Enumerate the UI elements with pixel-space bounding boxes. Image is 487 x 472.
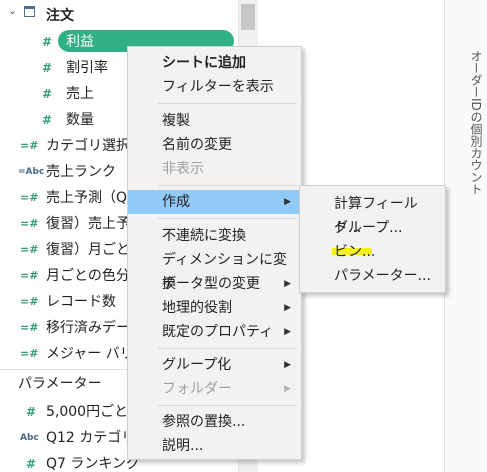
calc-measure-icon: =# — [20, 321, 39, 334]
context-menu: シートに追加 フィルターを表示 複製 名前の変更 非表示 作成 ▶ 不連続に変換 … — [127, 46, 302, 460]
field-label: 月ごとの色分 — [46, 268, 130, 284]
calc-measure-icon: =# — [20, 347, 39, 360]
field-label: 売上 — [66, 86, 94, 102]
menu-item-create[interactable]: 作成 ▶ — [128, 190, 301, 214]
field-label: 復習）売上予 — [46, 216, 130, 232]
field-label: 売上予測（Q — [46, 190, 128, 206]
menu-item-convert-discrete[interactable]: 不連続に変換 — [128, 224, 301, 248]
menu-item-duplicate[interactable]: 複製 — [128, 109, 301, 133]
measure-icon: # — [42, 87, 53, 101]
menu-item-group-by[interactable]: グループ化 ▶ — [128, 353, 301, 377]
menu-item-change-data-type[interactable]: データ型の変更 ▶ — [128, 272, 301, 296]
submenu-arrow-icon: ▶ — [284, 197, 291, 207]
field-label: 移行済みデー — [46, 320, 130, 336]
menu-item-hide: 非表示 — [162, 161, 204, 177]
calc-measure-icon: =# — [20, 269, 39, 282]
submenu-arrow-icon: ▶ — [284, 384, 291, 394]
field-label: 売上ランク — [46, 164, 116, 180]
measure-icon: # — [42, 35, 53, 49]
submenu-item-calculated-field[interactable]: 計算フィールド... — [300, 192, 445, 236]
menu-separator — [158, 348, 297, 349]
calc-measure-icon: =# — [20, 217, 39, 230]
param-label: 5,000円ごと — [46, 404, 129, 420]
submenu-arrow-icon: ▶ — [284, 360, 291, 370]
menu-item-rename[interactable]: 名前の変更 — [128, 133, 301, 157]
parameters-title: パラメーター — [18, 376, 102, 392]
measure-icon: # — [26, 457, 37, 471]
table-icon — [24, 6, 35, 17]
table-name[interactable]: 注文 — [46, 4, 74, 28]
field-label: レコード数 — [46, 294, 116, 310]
field-label: カテゴリ選択 — [46, 138, 130, 154]
menu-item-describe[interactable]: 説明... — [128, 434, 301, 458]
vertical-axis-label: オーダーIDの個別カウント — [469, 50, 483, 195]
string-icon: Abc — [20, 433, 39, 443]
menu-separator — [158, 405, 297, 406]
field-label: 復習）月ごと — [46, 242, 130, 258]
calc-measure-icon: =# — [20, 139, 39, 152]
param-label: Q12 カテゴリ — [46, 430, 136, 446]
menu-item-folder: フォルダー ▶ — [128, 377, 301, 401]
menu-item-show-filter[interactable]: フィルターを表示 — [128, 75, 301, 99]
menu-separator — [158, 218, 297, 219]
submenu-item-group[interactable]: グループ... — [300, 216, 445, 240]
create-submenu: 計算フィールド... グループ... ビン... パラメーター... — [299, 185, 446, 293]
menu-item-add-to-sheet[interactable]: シートに追加 — [128, 51, 301, 75]
measure-icon: # — [26, 405, 37, 419]
menu-item-geographic-role[interactable]: 地理的役割 ▶ — [128, 296, 301, 320]
menu-separator — [158, 103, 297, 104]
submenu-arrow-icon: ▶ — [284, 303, 291, 313]
submenu-item-parameter[interactable]: パラメーター... — [300, 264, 445, 288]
menu-item-default-properties[interactable]: 既定のプロパティ ▶ — [128, 320, 301, 344]
calc-measure-icon: =# — [20, 191, 39, 204]
submenu-item-bins[interactable]: ビン... — [300, 240, 445, 264]
calc-measure-icon: =# — [20, 243, 39, 256]
submenu-arrow-icon: ▶ — [284, 279, 291, 289]
chevron-down-icon[interactable]: ⌄ — [8, 4, 17, 17]
field-label: 割引率 — [66, 60, 108, 76]
measure-icon: # — [42, 61, 53, 75]
scrollbar-thumb[interactable] — [241, 4, 255, 30]
menu-item-convert-dimension[interactable]: ディメンションに変換 — [128, 248, 301, 292]
measure-icon: # — [42, 113, 53, 127]
field-label: 利益 — [66, 34, 94, 50]
submenu-arrow-icon: ▶ — [284, 327, 291, 337]
field-label: 数量 — [66, 112, 94, 128]
menu-item-replace-references[interactable]: 参照の置換... — [128, 410, 301, 434]
param-label: Q7 ランキング — [46, 456, 140, 472]
calc-measure-icon: =# — [20, 295, 39, 308]
menu-separator — [158, 185, 297, 186]
calc-string-icon: =Abc — [18, 167, 45, 177]
